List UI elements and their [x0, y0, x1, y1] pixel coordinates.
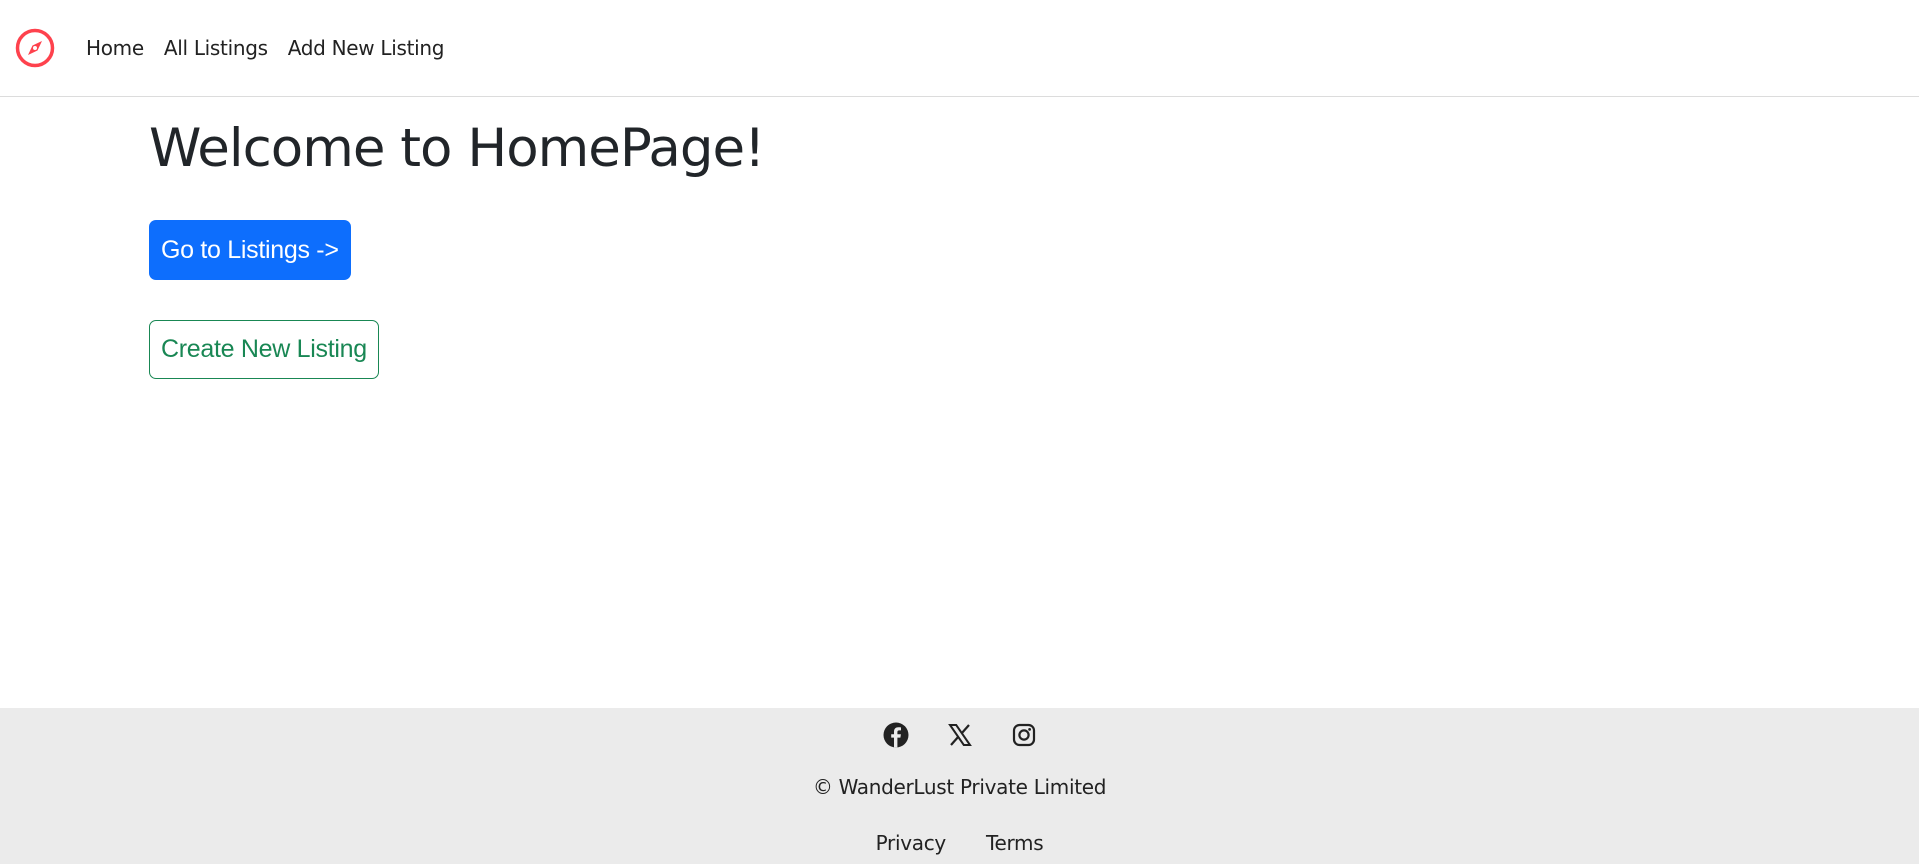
nav-link-home[interactable]: Home [86, 36, 144, 60]
nav-link-all-listings[interactable]: All Listings [164, 36, 268, 60]
footer-link-privacy[interactable]: Privacy [876, 831, 947, 855]
primary-button-row: Go to Listings -> [149, 219, 1919, 280]
facebook-icon[interactable] [883, 722, 909, 748]
nav-link-add-new-listing[interactable]: Add New Listing [288, 36, 445, 60]
page: Home All Listings Add New Listing Welcom… [0, 0, 1919, 864]
x-icon[interactable] [947, 722, 973, 748]
nav-links: Home All Listings Add New Listing [86, 36, 445, 60]
copyright-text: © WanderLust Private Limited [812, 775, 1107, 799]
footer: © WanderLust Private Limited Privacy Ter… [0, 708, 1919, 864]
instagram-icon[interactable] [1011, 722, 1037, 748]
go-to-listings-button[interactable]: Go to Listings -> [149, 219, 351, 280]
compass-icon [15, 28, 55, 68]
main-content: Welcome to HomePage! Go to Listings -> C… [0, 97, 1919, 708]
social-links [883, 720, 1037, 750]
navbar: Home All Listings Add New Listing [0, 0, 1919, 97]
create-new-listing-button[interactable]: Create New Listing [149, 319, 379, 379]
secondary-button-row: Create New Listing [149, 319, 1919, 379]
footer-links: Privacy Terms [876, 831, 1044, 855]
page-title: Welcome to HomePage! [149, 118, 765, 179]
footer-link-terms[interactable]: Terms [986, 831, 1044, 855]
brand-logo[interactable] [14, 27, 56, 69]
